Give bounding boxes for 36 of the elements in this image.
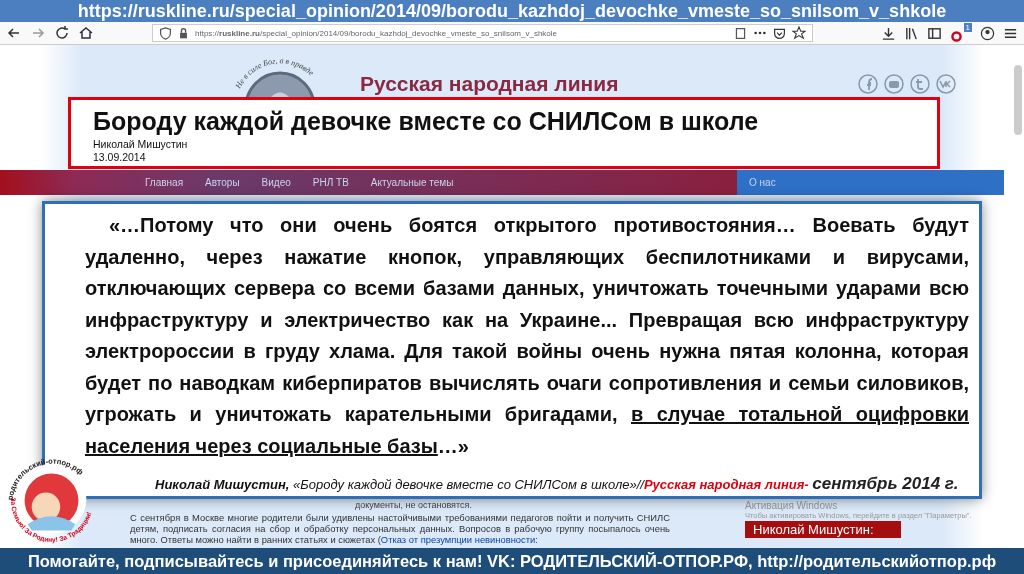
extension-button[interactable]: 1 bbox=[950, 23, 972, 43]
site-title[interactable]: Русская народная линия bbox=[360, 72, 619, 96]
author-name: Николай Мишустин bbox=[93, 138, 189, 151]
activation-watermark-title: Активация Windows bbox=[745, 500, 839, 511]
ring-icon bbox=[950, 30, 964, 43]
url-banner: https://ruskline.ru/special_opinion/2014/09/borodu_kazhdoj_devochke_vmeste_so_snilsom_v_shkole bbox=[0, 0, 1024, 22]
nav-link[interactable]: Актуальные темы bbox=[370, 177, 454, 188]
article-title: Бороду каждой девочке вместе со СНИЛСом в школе bbox=[93, 106, 760, 136]
nav-link[interactable]: О нас bbox=[749, 177, 776, 188]
article-text: документы, не остановятся. bbox=[355, 500, 473, 510]
article-date: 13.09.2014 bbox=[93, 151, 147, 164]
article-paragraph: С сентября в Москве многие родители были удивлены настойчивыми требованиями педагогов пойти и получить СНИЛС детям, подписать согласия на сбор и обработку персональных данных. Вопросов в рабочую группу посыпалось очень много. Ответы можно найти в ранних статьях и сюжетах (Отказ от презумпции невиновности: bbox=[130, 512, 670, 545]
reload-icon[interactable] bbox=[54, 25, 70, 41]
address-text: https://ruskline.ru/special_opinion/2014/09/borodu_kazhdoj_devochke_vmeste_so_snilsom_v_shkole bbox=[195, 28, 557, 38]
scrollbar[interactable] bbox=[1014, 65, 1022, 135]
home-icon[interactable] bbox=[78, 25, 94, 41]
nav-link[interactable]: Авторы bbox=[205, 177, 240, 188]
extension-badge: 1 bbox=[963, 23, 972, 32]
quote-text: «…Потому что они очень боятся открытого противостояния… Воевать будут удаленно, через нажатие кнопок, управляющих беспилотниками и вирусами, отключающих сервера со всеми базами данных, уничтожать точечными ударами всю инфраструктуру и электричество как на Украине... Превращая всю инфраструктуру электророссии в груду хлама. Для такой войны очень нужна пятая колонна, которая будет по наводкам киберпиратов вычислять очаги сопротивления и семьи силовиков, угрожать и уничтожать карательными бригадами, в случае тотальной оцифровки населения через социальные базы…» bbox=[85, 213, 969, 459]
library-icon[interactable] bbox=[904, 25, 920, 41]
pocket-icon[interactable] bbox=[773, 26, 787, 40]
download-icon[interactable] bbox=[881, 25, 897, 41]
nav-link[interactable]: РНЛ ТВ bbox=[312, 177, 349, 188]
vk-icon[interactable] bbox=[936, 74, 957, 94]
shield-icon bbox=[159, 26, 172, 40]
sidebar-icon[interactable] bbox=[927, 25, 943, 41]
address-bar[interactable]: https://ruskline.ru/special_opinion/2014/09/borodu_kazhdoj_devochke_vmeste_so_snilsom_v_shkole bbox=[152, 24, 814, 42]
nav-link[interactable]: Видео bbox=[261, 177, 291, 188]
bottom-banner: Помогайте, подписывайтесь и присоединяйтесь к нам! VK: РОДИТЕЛЬСКИЙ-ОТПОР.РФ, http://родительскийотпор.рф bbox=[0, 548, 1024, 574]
star-icon[interactable] bbox=[792, 26, 807, 40]
account-icon[interactable] bbox=[980, 25, 995, 41]
lock-icon bbox=[178, 27, 189, 39]
quote-citation: Николай Мишустин, «Бороду каждой девочке вместе со СНИЛСом в школе»//Русская народная линия- сентябрь 2014 г. bbox=[155, 474, 960, 494]
author-box[interactable]: Николай Мишустин: bbox=[745, 521, 901, 538]
nav-link[interactable]: Главная bbox=[145, 177, 184, 188]
reader-view-icon[interactable] bbox=[734, 26, 748, 40]
